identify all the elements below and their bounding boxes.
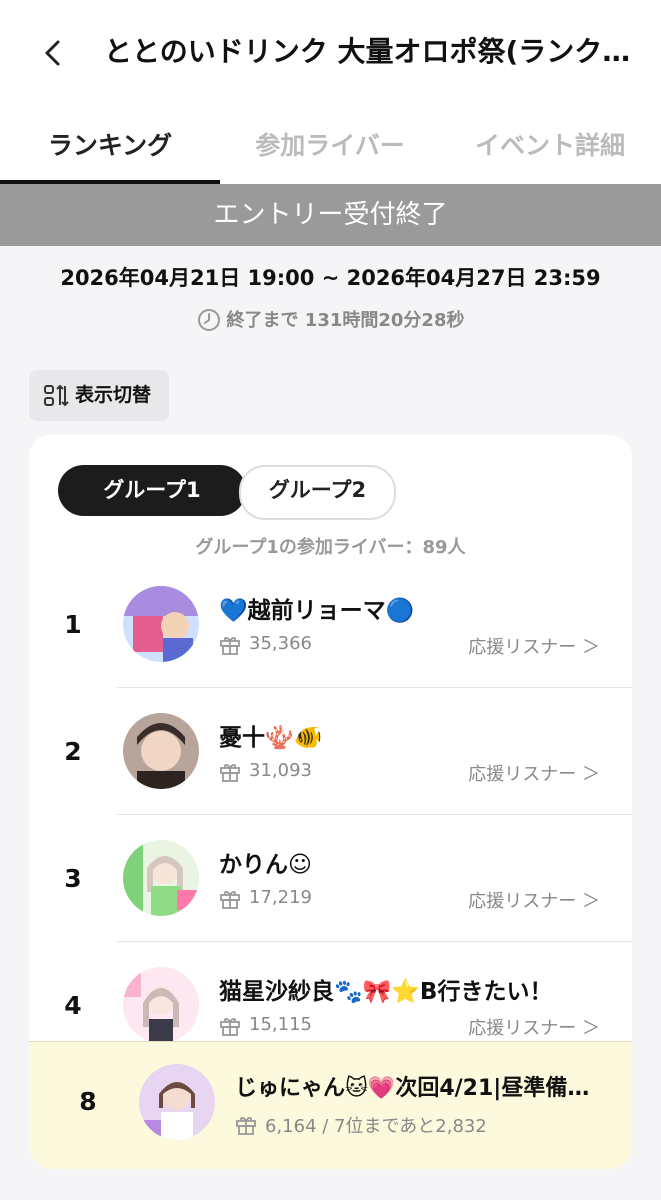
- participants-count: グループ1の参加ライバー：89人: [195, 537, 466, 558]
- score: 31,093: [249, 760, 312, 781]
- group-1-button[interactable]: グループ1: [58, 465, 246, 516]
- gift-icon: [236, 1117, 256, 1135]
- avatar[interactable]: [123, 586, 199, 662]
- gift-icon: [220, 764, 240, 782]
- rank-number: 2: [64, 737, 82, 766]
- avatar[interactable]: [123, 840, 199, 916]
- tab-participants[interactable]: 参加ライバー: [220, 110, 440, 184]
- ranking-row[interactable]: 3 かりん☺ 17,219 応援リスナー ＞: [29, 815, 632, 942]
- my-score: 6,164 / 7位まであと2,832: [265, 1116, 487, 1137]
- entry-closed-banner: エントリー受付終了: [0, 184, 661, 246]
- back-arrow-icon[interactable]: [38, 36, 68, 70]
- gift-icon: [220, 1018, 240, 1036]
- header: ととのいドリンク 大量オロポ祭(ランクC...: [0, 0, 661, 110]
- rank-number: 1: [64, 610, 82, 639]
- supporters-link[interactable]: 応援リスナー ＞: [468, 760, 600, 786]
- my-rank-row[interactable]: 8 じゅにゃん🐱💗次回4/21|昼準備… 6,164 / 7位まであと2,832: [29, 1041, 632, 1169]
- group-2-button[interactable]: グループ2: [239, 465, 396, 520]
- tab-ranking[interactable]: ランキング: [0, 110, 220, 184]
- ranking-row[interactable]: 1 💙越前リョーマ🔵 35,366 応援リスナー ＞: [29, 561, 632, 688]
- clock-icon: [197, 309, 220, 331]
- rank-number: 3: [64, 864, 82, 893]
- score: 17,219: [249, 887, 312, 908]
- avatar[interactable]: [123, 713, 199, 789]
- tab-event-details[interactable]: イベント詳細: [440, 110, 660, 184]
- page-title: ととのいドリンク 大量オロポ祭(ランクC...: [104, 35, 644, 68]
- display-toggle-label: 表示切替: [75, 384, 152, 406]
- avatar[interactable]: [123, 967, 199, 1043]
- supporters-link[interactable]: 応援リスナー ＞: [468, 1014, 600, 1040]
- remaining-time: 終了まで 131時間20分28秒: [0, 306, 661, 336]
- liver-name: 猫星沙紗良🐾🎀⭐B行きたい！: [219, 979, 553, 1005]
- liver-name: かりん☺: [219, 852, 312, 878]
- gift-icon: [220, 891, 240, 909]
- swap-view-icon: [44, 384, 69, 407]
- my-liver-name: じゅにゃん🐱💗次回4/21|昼準備…: [235, 1076, 590, 1101]
- display-toggle-button[interactable]: 表示切替: [29, 370, 169, 421]
- remaining-time-text: 終了まで 131時間20分28秒: [226, 310, 465, 331]
- supporters-link[interactable]: 応援リスナー ＞: [468, 887, 600, 913]
- score: 35,366: [249, 633, 312, 654]
- tab-bar: ランキング 参加ライバー イベント詳細: [0, 110, 661, 184]
- gift-icon: [220, 637, 240, 655]
- event-period: 2026年04月21日 19:00 ~ 2026年04月27日 23:59: [60, 266, 601, 290]
- ranking-card: グループ1 グループ2 グループ1の参加ライバー：89人 1 💙越前リョーマ🔵 …: [29, 435, 632, 1169]
- score: 15,115: [249, 1014, 312, 1035]
- rank-number: 8: [79, 1087, 97, 1116]
- supporters-link[interactable]: 応援リスナー ＞: [468, 633, 600, 659]
- ranking-row[interactable]: 2 憂十🪸🐠 31,093 応援リスナー ＞: [29, 688, 632, 815]
- liver-name: 憂十🪸🐠: [219, 725, 323, 751]
- avatar[interactable]: [139, 1064, 215, 1140]
- liver-name: 💙越前リョーマ🔵: [219, 598, 415, 624]
